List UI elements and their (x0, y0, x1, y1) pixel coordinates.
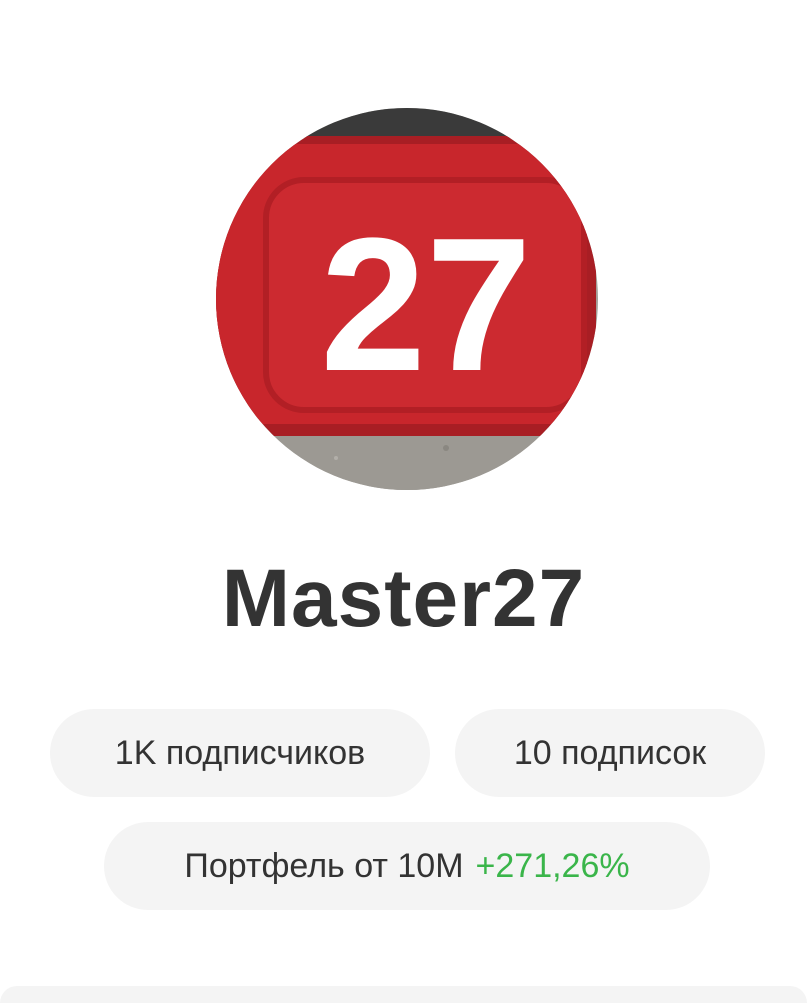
following-label: 10 подписок (513, 733, 707, 772)
bottom-panel-edge (0, 986, 807, 1003)
avatar: 27 (216, 108, 598, 490)
plate-number: 27 (320, 199, 531, 411)
portfolio-button[interactable]: Портфель от 10M +271,26% (104, 822, 710, 910)
username: Master27 (221, 553, 586, 644)
portfolio-gain: +271,26% (475, 846, 630, 885)
following-button[interactable]: 10 подписок (455, 709, 765, 797)
followers-label: 1K подписчиков (114, 733, 366, 772)
house-number-plate-avatar-image: 27 (216, 108, 598, 490)
followers-button[interactable]: 1K подписчиков (50, 709, 430, 797)
portfolio-label: Портфель от 10M (184, 846, 464, 885)
